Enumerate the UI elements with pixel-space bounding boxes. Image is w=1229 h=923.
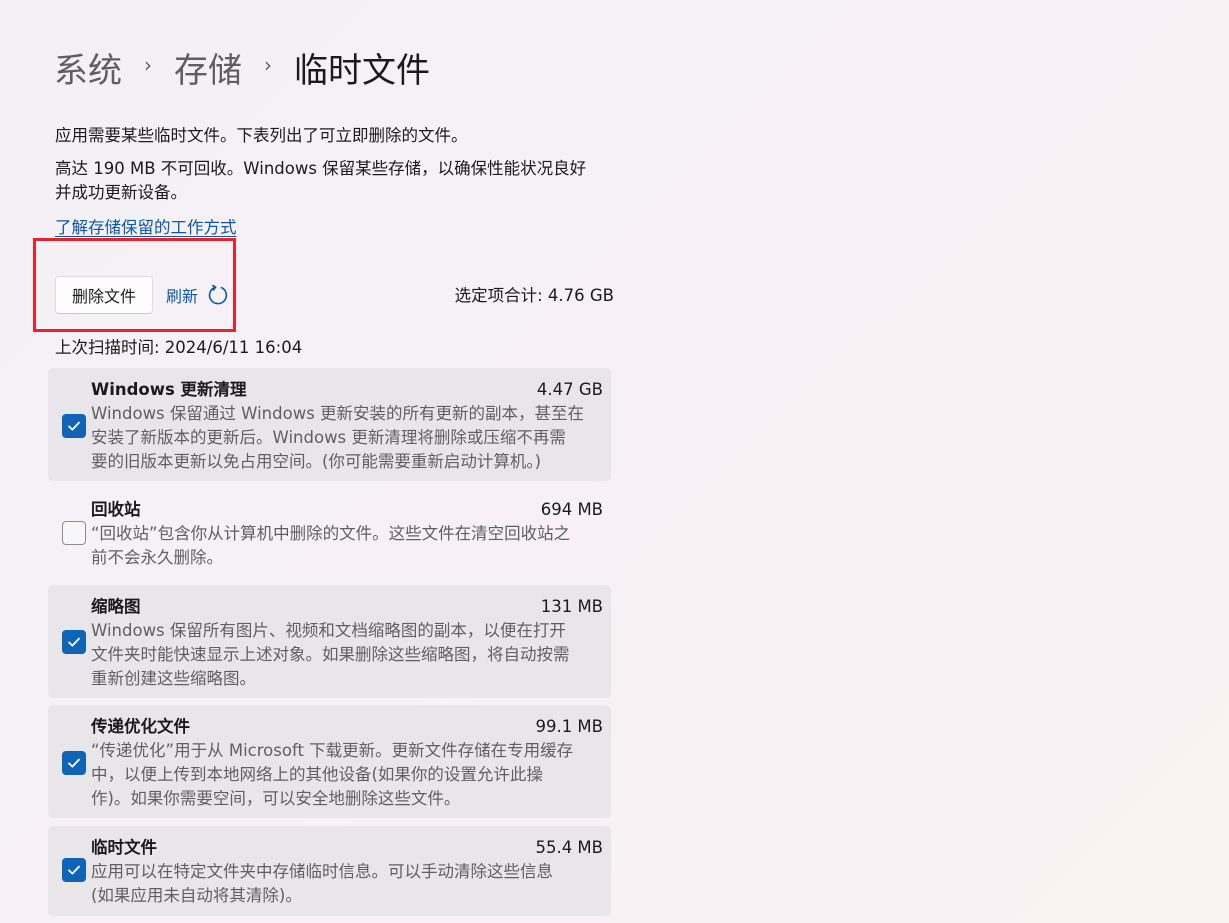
item-description: Windows 保留所有图片、视频和文档缩略图的副本，以便在打开 文件夹时能快速… xyxy=(91,621,570,688)
item-size: 694 MB xyxy=(540,500,603,519)
checkbox-temporary-files[interactable] xyxy=(62,858,86,882)
item-title: 缩略图 xyxy=(91,597,141,616)
item-description: 应用可以在特定文件夹中存储临时信息。可以手动清除这些信息 (如果应用未自动将其清… xyxy=(91,862,553,905)
item-title: 传递优化文件 xyxy=(91,717,190,736)
intro-text: 应用需要某些临时文件。下表列出了可立即删除的文件。 xyxy=(55,126,468,145)
refresh-label: 刷新 xyxy=(166,287,199,306)
item-description: “传递优化”用于从 Microsoft 下载更新。更新文件存储在专用缓存 中，以… xyxy=(91,741,574,808)
selected-total: 选定项合计: 4.76 GB xyxy=(454,286,614,305)
last-scan-time: 上次扫描时间: 2024/6/11 16:04 xyxy=(55,338,303,357)
item-size: 99.1 MB xyxy=(535,717,603,736)
list-item-recycle-bin[interactable]: 回收站 694 MB “回收站”包含你从计算机中删除的文件。这些文件在清空回收站… xyxy=(48,488,611,577)
breadcrumb-separator: › xyxy=(264,53,272,77)
checkmark-icon xyxy=(68,637,80,647)
item-size: 4.47 GB xyxy=(536,380,603,399)
checkmark-icon xyxy=(68,758,80,768)
list-item-windows-update-cleanup[interactable]: Windows 更新清理 4.47 GB Windows 保留通过 Window… xyxy=(48,368,611,481)
item-size: 55.4 MB xyxy=(535,838,603,857)
checkbox-delivery-optimization[interactable] xyxy=(62,751,86,775)
checkmark-icon xyxy=(68,865,80,875)
learn-storage-reserve-link[interactable]: 了解存储保留的工作方式 xyxy=(55,216,237,240)
item-description: “回收站”包含你从计算机中删除的文件。这些文件在清空回收站之 前不会永久删除。 xyxy=(91,524,571,567)
checkbox-windows-update-cleanup[interactable] xyxy=(62,414,86,438)
item-description: Windows 保留通过 Windows 更新安装的所有更新的副本，甚至在 安装… xyxy=(91,404,585,471)
checkmark-icon xyxy=(68,421,80,431)
breadcrumb-system[interactable]: 系统 xyxy=(54,43,122,92)
item-title: 临时文件 xyxy=(91,838,157,857)
checkbox-thumbnails[interactable] xyxy=(62,630,86,654)
checkbox-recycle-bin[interactable] xyxy=(62,521,86,545)
page-title: 临时文件 xyxy=(294,50,430,91)
breadcrumb-storage[interactable]: 存储 xyxy=(174,43,242,92)
item-title: Windows 更新清理 xyxy=(91,380,247,399)
storage-reserve-text-cont: 并成功更新设备。 xyxy=(55,183,187,202)
breadcrumb-separator: › xyxy=(144,53,152,77)
list-item-thumbnails[interactable]: 缩略图 131 MB Windows 保留所有图片、视频和文档缩略图的副本，以便… xyxy=(48,585,611,698)
breadcrumb: 系统 › 存储 › 临时文件 xyxy=(54,43,430,92)
item-size: 131 MB xyxy=(540,597,603,616)
list-item-temporary-files[interactable]: 临时文件 55.4 MB 应用可以在特定文件夹中存储临时信息。可以手动清除这些信… xyxy=(48,826,611,916)
item-title: 回收站 xyxy=(91,500,141,519)
list-item-delivery-optimization[interactable]: 传递优化文件 99.1 MB “传递优化”用于从 Microsoft 下载更新。… xyxy=(48,705,611,818)
delete-files-button[interactable]: 删除文件 xyxy=(55,276,153,314)
storage-reserve-text: 高达 190 MB 不可回收。Windows 保留某些存储，以确保性能状况良好 xyxy=(55,159,587,178)
refresh-button[interactable]: 刷新 xyxy=(166,280,230,310)
refresh-icon xyxy=(206,283,230,307)
